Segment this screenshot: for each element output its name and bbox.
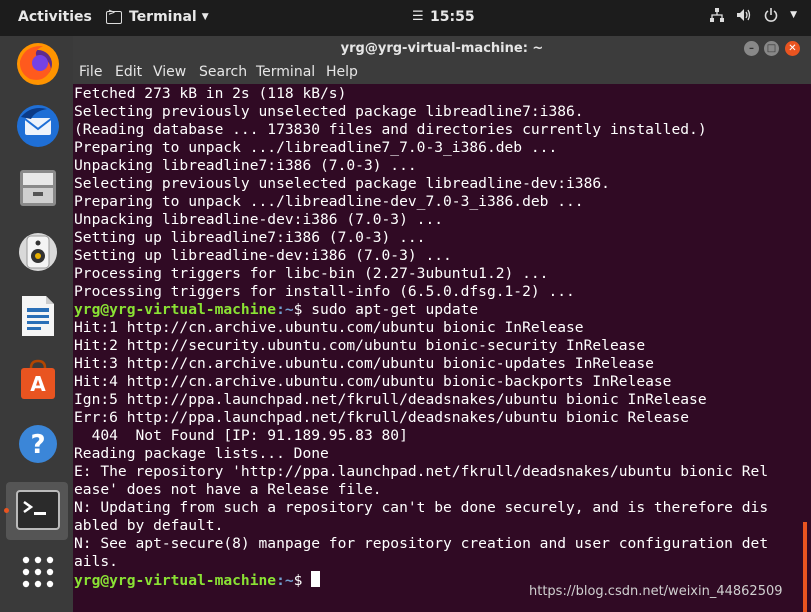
dock-help[interactable]: ? bbox=[14, 420, 62, 468]
help-icon: ? bbox=[19, 425, 57, 463]
dock: A ? bbox=[0, 36, 73, 612]
show-applications-button[interactable] bbox=[14, 548, 62, 596]
terminal-line: Unpacking libreadline-dev:i386 (7.0-3) .… bbox=[74, 211, 444, 228]
activities-button[interactable]: Activities bbox=[18, 9, 92, 25]
dock-terminal[interactable] bbox=[14, 486, 62, 534]
text-cursor bbox=[311, 571, 321, 587]
watermark: https://blog.csdn.net/weixin_44862509 bbox=[529, 584, 783, 599]
prompt-line: yrg@yrg-virtual-machine:~$ bbox=[74, 571, 321, 590]
terminal-line: Reading package lists... Done bbox=[74, 445, 329, 462]
window-title: yrg@yrg-virtual-machine: ~ bbox=[340, 41, 544, 56]
system-tray[interactable]: ▼ bbox=[710, 8, 797, 22]
app-menu[interactable]: Terminal ▼ bbox=[106, 8, 209, 25]
terminal-line: ease' does not have a Release file. bbox=[74, 481, 382, 498]
terminal-line: Preparing to unpack .../libreadline7_7.0… bbox=[74, 139, 558, 156]
writer-icon bbox=[22, 296, 54, 336]
app-menu-label: Terminal bbox=[129, 9, 197, 25]
svg-text:?: ? bbox=[30, 430, 45, 460]
terminal-line: Setting up libreadline-dev:i386 (7.0-3) … bbox=[74, 247, 452, 264]
dock-thunderbird[interactable] bbox=[14, 102, 62, 150]
chevron-down-icon: ▼ bbox=[201, 12, 209, 22]
terminal-line: Ign:5 http://ppa.launchpad.net/fkrull/de… bbox=[74, 391, 707, 408]
prompt-user: yrg@yrg-virtual-machine bbox=[74, 572, 277, 589]
files-icon bbox=[20, 170, 56, 206]
terminal-line: Processing triggers for install-info (6.… bbox=[74, 283, 575, 300]
clock-label: 15:55 bbox=[430, 9, 475, 25]
terminal-line: Processing triggers for libc-bin (2.27-3… bbox=[74, 265, 549, 282]
terminal-icon bbox=[106, 8, 122, 24]
terminal-line: E: The repository 'http://ppa.launchpad.… bbox=[74, 463, 769, 480]
terminal-line: Hit:1 http://cn.archive.ubuntu.com/ubunt… bbox=[74, 319, 584, 336]
minimize-button[interactable]: – bbox=[744, 41, 759, 56]
prompt-line: yrg@yrg-virtual-machine:~$ sudo apt-get … bbox=[74, 301, 478, 319]
prompt-path: :~ bbox=[276, 572, 294, 589]
prompt-symbol: $ bbox=[293, 301, 312, 318]
terminal-line: Unpacking libreadline7:i386 (7.0-3) ... bbox=[74, 157, 417, 174]
terminal-line: Err:6 http://ppa.launchpad.net/fkrull/de… bbox=[74, 409, 690, 426]
menu-help[interactable]: Help bbox=[326, 64, 358, 80]
apps-grid-icon bbox=[22, 556, 54, 588]
clock[interactable]: ☰ 15:55 bbox=[412, 9, 475, 25]
terminal-line: Hit:3 http://cn.archive.ubuntu.com/ubunt… bbox=[74, 355, 654, 372]
terminal-line: Selecting previously unselected package … bbox=[74, 175, 610, 192]
terminal-line: Fetched 273 kB in 2s (118 kB/s) bbox=[74, 85, 347, 102]
dock-rhythmbox[interactable] bbox=[14, 228, 62, 276]
scrollbar[interactable] bbox=[803, 522, 807, 612]
notification-icon: ☰ bbox=[412, 9, 424, 24]
terminal-line: Setting up libreadline7:i386 (7.0-3) ... bbox=[74, 229, 426, 246]
window-titlebar[interactable]: yrg@yrg-virtual-machine: ~ – □ ✕ bbox=[73, 36, 811, 62]
terminal-line: ails. bbox=[74, 553, 118, 570]
thunderbird-icon bbox=[17, 105, 59, 147]
svg-text:A: A bbox=[30, 372, 46, 396]
network-icon bbox=[710, 8, 725, 22]
menu-view[interactable]: View bbox=[153, 64, 186, 80]
terminal-line: abled by default. bbox=[74, 517, 224, 534]
software-center-icon: A bbox=[21, 359, 55, 399]
terminal-line: N: See apt-secure(8) manpage for reposit… bbox=[74, 535, 769, 552]
terminal-line: Hit:4 http://cn.archive.ubuntu.com/ubunt… bbox=[74, 373, 672, 390]
command-text: sudo apt-get update bbox=[311, 301, 479, 318]
top-bar: Activities Terminal ▼ ☰ 15:55 ▼ bbox=[0, 0, 811, 36]
chevron-down-icon: ▼ bbox=[790, 10, 797, 20]
menu-file[interactable]: File bbox=[79, 64, 102, 80]
terminal-icon bbox=[16, 490, 60, 530]
close-button[interactable]: ✕ bbox=[785, 41, 800, 56]
terminal-line: (Reading database ... 173830 files and d… bbox=[74, 121, 707, 138]
running-indicator bbox=[4, 508, 9, 513]
terminal-line: N: Updating from such a repository can't… bbox=[74, 499, 769, 516]
dock-firefox[interactable] bbox=[14, 40, 62, 88]
terminal-line: 404 Not Found [IP: 91.189.95.83 80] bbox=[74, 427, 408, 444]
maximize-button[interactable]: □ bbox=[764, 41, 779, 56]
dock-software[interactable]: A bbox=[14, 356, 62, 404]
prompt-symbol: $ bbox=[293, 572, 312, 589]
dock-libreoffice-writer[interactable] bbox=[14, 292, 62, 340]
terminal-line: Selecting previously unselected package … bbox=[74, 103, 584, 120]
terminal-line: Preparing to unpack .../libreadline-dev_… bbox=[74, 193, 584, 210]
dock-files[interactable] bbox=[14, 164, 62, 212]
menu-search[interactable]: Search bbox=[199, 64, 247, 80]
terminal-window: yrg@yrg-virtual-machine: ~ – □ ✕ File Ed… bbox=[73, 36, 811, 612]
volume-icon bbox=[737, 9, 751, 21]
firefox-icon bbox=[17, 43, 59, 85]
menu-terminal[interactable]: Terminal bbox=[256, 64, 315, 80]
rhythmbox-icon bbox=[19, 233, 57, 271]
prompt-path: :~ bbox=[276, 301, 294, 318]
terminal-line: Hit:2 http://security.ubuntu.com/ubuntu … bbox=[74, 337, 646, 354]
menu-edit[interactable]: Edit bbox=[115, 64, 142, 80]
menu-bar: File Edit View Search Terminal Help bbox=[73, 62, 811, 84]
prompt-user: yrg@yrg-virtual-machine bbox=[74, 301, 277, 318]
power-icon bbox=[764, 8, 778, 22]
terminal-output[interactable]: Fetched 273 kB in 2s (118 kB/s) Selectin… bbox=[73, 84, 811, 612]
